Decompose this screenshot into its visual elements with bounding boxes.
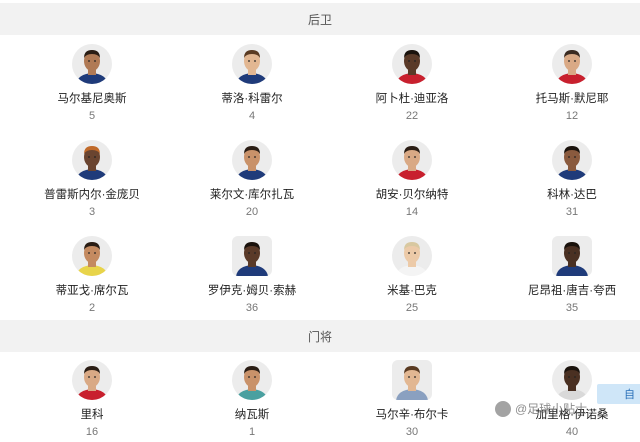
player-avatar[interactable] [392, 236, 432, 276]
player-number: 2 [88, 302, 96, 314]
player-avatar[interactable] [552, 360, 592, 400]
player-name[interactable]: 阿卜杜·迪亚洛 [376, 92, 449, 106]
watermark: @足球小贴士 [495, 400, 587, 417]
player-name[interactable]: 里科 [81, 408, 104, 422]
player-avatar[interactable] [392, 360, 432, 400]
player-card[interactable]: 普雷斯内尔·金庞贝 3 [12, 140, 172, 238]
player-avatar[interactable] [392, 140, 432, 180]
player-number: 30 [405, 426, 419, 438]
watermark-logo-icon [495, 400, 511, 417]
player-avatar[interactable] [392, 44, 432, 84]
player-name[interactable]: 尼昂祖·唐吉·夸西 [528, 284, 616, 298]
player-avatar[interactable] [232, 140, 272, 180]
player-name[interactable]: 胡安·贝尔纳特 [376, 188, 449, 202]
player-number: 40 [565, 426, 579, 438]
player-card[interactable]: 蒂洛·科雷尔 4 [172, 44, 332, 142]
player-number: 25 [405, 302, 419, 314]
player-avatar[interactable] [232, 360, 272, 400]
player-card[interactable]: 莱尔文·库尔扎瓦 20 [172, 140, 332, 238]
player-name[interactable]: 马尔辛·布尔卡 [376, 408, 449, 422]
player-name[interactable]: 科林·达巴 [547, 188, 597, 202]
section-title: 后卫 [307, 12, 332, 27]
player-avatar[interactable] [232, 44, 272, 84]
player-avatar[interactable] [72, 236, 112, 276]
player-card[interactable]: 阿卜杜·迪亚洛 22 [332, 44, 492, 142]
player-card[interactable]: 马尔辛·布尔卡 30 [332, 360, 492, 442]
player-name[interactable]: 马尔基尼奥斯 [58, 92, 127, 106]
player-name[interactable]: 纳瓦斯 [235, 408, 270, 422]
player-card[interactable]: 马尔基尼奥斯 5 [12, 44, 172, 142]
player-number: 4 [248, 110, 256, 122]
player-card[interactable]: 托马斯·默尼耶 12 [492, 44, 640, 142]
player-number: 1 [248, 426, 256, 438]
player-number: 31 [565, 206, 579, 218]
player-avatar[interactable] [232, 236, 272, 276]
player-avatar[interactable] [72, 140, 112, 180]
player-number: 16 [85, 426, 99, 438]
player-number: 35 [565, 302, 579, 314]
player-card[interactable]: 胡安·贝尔纳特 14 [332, 140, 492, 238]
player-avatar[interactable] [552, 236, 592, 276]
player-name[interactable]: 罗伊克·姆贝·索赫 [208, 284, 296, 298]
player-card[interactable]: 纳瓦斯 1 [172, 360, 332, 442]
player-name[interactable]: 米基·巴克 [387, 284, 437, 298]
player-number: 5 [88, 110, 96, 122]
player-name[interactable]: 普雷斯内尔·金庞贝 [44, 188, 140, 202]
player-number: 36 [245, 302, 259, 314]
player-avatar[interactable] [552, 140, 592, 180]
player-number: 22 [405, 110, 419, 122]
player-avatar[interactable] [72, 44, 112, 84]
player-name[interactable]: 蒂洛·科雷尔 [221, 92, 282, 106]
side-button-label: 自 [624, 389, 635, 401]
player-name[interactable]: 莱尔文·库尔扎瓦 [210, 188, 294, 202]
player-avatar[interactable] [72, 360, 112, 400]
player-name[interactable]: 托马斯·默尼耶 [536, 92, 609, 106]
player-card[interactable]: 科林·达巴 31 [492, 140, 640, 238]
watermark-text: @足球小贴士 [515, 402, 588, 416]
player-number: 12 [565, 110, 579, 122]
section-title: 门将 [307, 329, 332, 344]
side-button[interactable]: 自 [597, 384, 640, 404]
player-avatar[interactable] [552, 44, 592, 84]
section-header-goalkeepers: 门将 [0, 320, 640, 352]
player-number: 14 [405, 206, 419, 218]
section-header-defenders: 后卫 [0, 3, 640, 35]
player-name[interactable]: 蒂亚戈·席尔瓦 [56, 284, 129, 298]
player-number: 3 [88, 206, 96, 218]
player-number: 20 [245, 206, 259, 218]
player-card[interactable]: 里科 16 [12, 360, 172, 442]
